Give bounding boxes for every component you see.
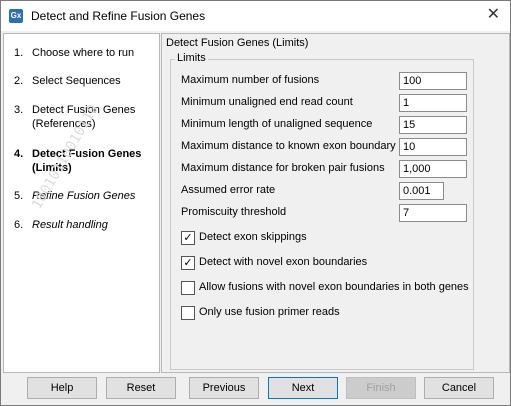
close-icon[interactable]: ✕ bbox=[487, 6, 500, 24]
previous-button[interactable]: Previous bbox=[189, 377, 259, 399]
limits-groupbox: Limits Maximum number of fusions Minimum… bbox=[170, 52, 474, 370]
max-fusions-input[interactable] bbox=[399, 72, 467, 90]
dialog-window: Gx Detect and Refine Fusion Genes ✕ 1. C… bbox=[0, 0, 511, 406]
checkbox-label: Detect with novel exon boundaries bbox=[199, 256, 368, 268]
step-number: 3. bbox=[14, 104, 24, 116]
error-rate-input[interactable] bbox=[399, 182, 444, 200]
field-label: Assumed error rate bbox=[181, 184, 276, 196]
button-bar: Help Reset Previous Next Finish Cancel bbox=[1, 373, 510, 405]
group-label: Limits bbox=[175, 52, 208, 64]
step-label: Choose where to run bbox=[32, 47, 135, 59]
min-unaligned-count-input[interactable] bbox=[399, 94, 467, 112]
field-label: Minimum length of unaligned sequence bbox=[181, 118, 373, 130]
window-title: Detect and Refine Fusion Genes bbox=[31, 9, 206, 23]
max-broken-pair-input[interactable] bbox=[399, 160, 467, 178]
checkbox-label: Allow fusions with novel exon boundaries… bbox=[199, 281, 469, 293]
promiscuity-input[interactable] bbox=[399, 204, 467, 222]
finish-button: Finish bbox=[346, 377, 416, 399]
title-bar: Gx Detect and Refine Fusion Genes ✕ bbox=[1, 1, 510, 31]
field-label: Promiscuity threshold bbox=[181, 206, 287, 218]
checkmark-icon[interactable]: ✓ bbox=[181, 231, 195, 245]
max-exon-distance-input[interactable] bbox=[399, 138, 467, 156]
field-label: Maximum distance to known exon boundary bbox=[181, 140, 396, 152]
field-label: Maximum number of fusions bbox=[181, 74, 320, 86]
step-number: 2. bbox=[14, 75, 24, 87]
binary-watermark: 10010110010110 bbox=[29, 101, 102, 212]
checkbox-label: Detect exon skippings bbox=[199, 231, 307, 243]
page-title: Detect Fusion Genes (Limits) bbox=[166, 37, 309, 49]
app-icon: Gx bbox=[9, 9, 23, 23]
step-label: Select Sequences bbox=[32, 75, 121, 87]
field-label: Maximum distance for broken pair fusions bbox=[181, 162, 385, 174]
field-label: Minimum unaligned end read count bbox=[181, 96, 353, 108]
step-content-panel: Detect Fusion Genes (Limits) Limits Maxi… bbox=[161, 33, 510, 373]
checkbox-box[interactable] bbox=[181, 281, 195, 295]
step-number: 5. bbox=[14, 190, 24, 202]
next-button[interactable]: Next bbox=[268, 377, 338, 399]
wizard-steps-sidebar: 1. Choose where to run 2. Select Sequenc… bbox=[3, 33, 160, 373]
checkbox-box[interactable] bbox=[181, 306, 195, 320]
cancel-button[interactable]: Cancel bbox=[424, 377, 494, 399]
checkmark-icon[interactable]: ✓ bbox=[181, 256, 195, 270]
min-unaligned-length-input[interactable] bbox=[399, 116, 467, 134]
reset-button[interactable]: Reset bbox=[106, 377, 176, 399]
step-number: 4. bbox=[14, 148, 24, 160]
checkbox-label: Only use fusion primer reads bbox=[199, 306, 340, 318]
step-number: 1. bbox=[14, 47, 24, 59]
step-number: 6. bbox=[14, 219, 24, 231]
help-button[interactable]: Help bbox=[27, 377, 97, 399]
